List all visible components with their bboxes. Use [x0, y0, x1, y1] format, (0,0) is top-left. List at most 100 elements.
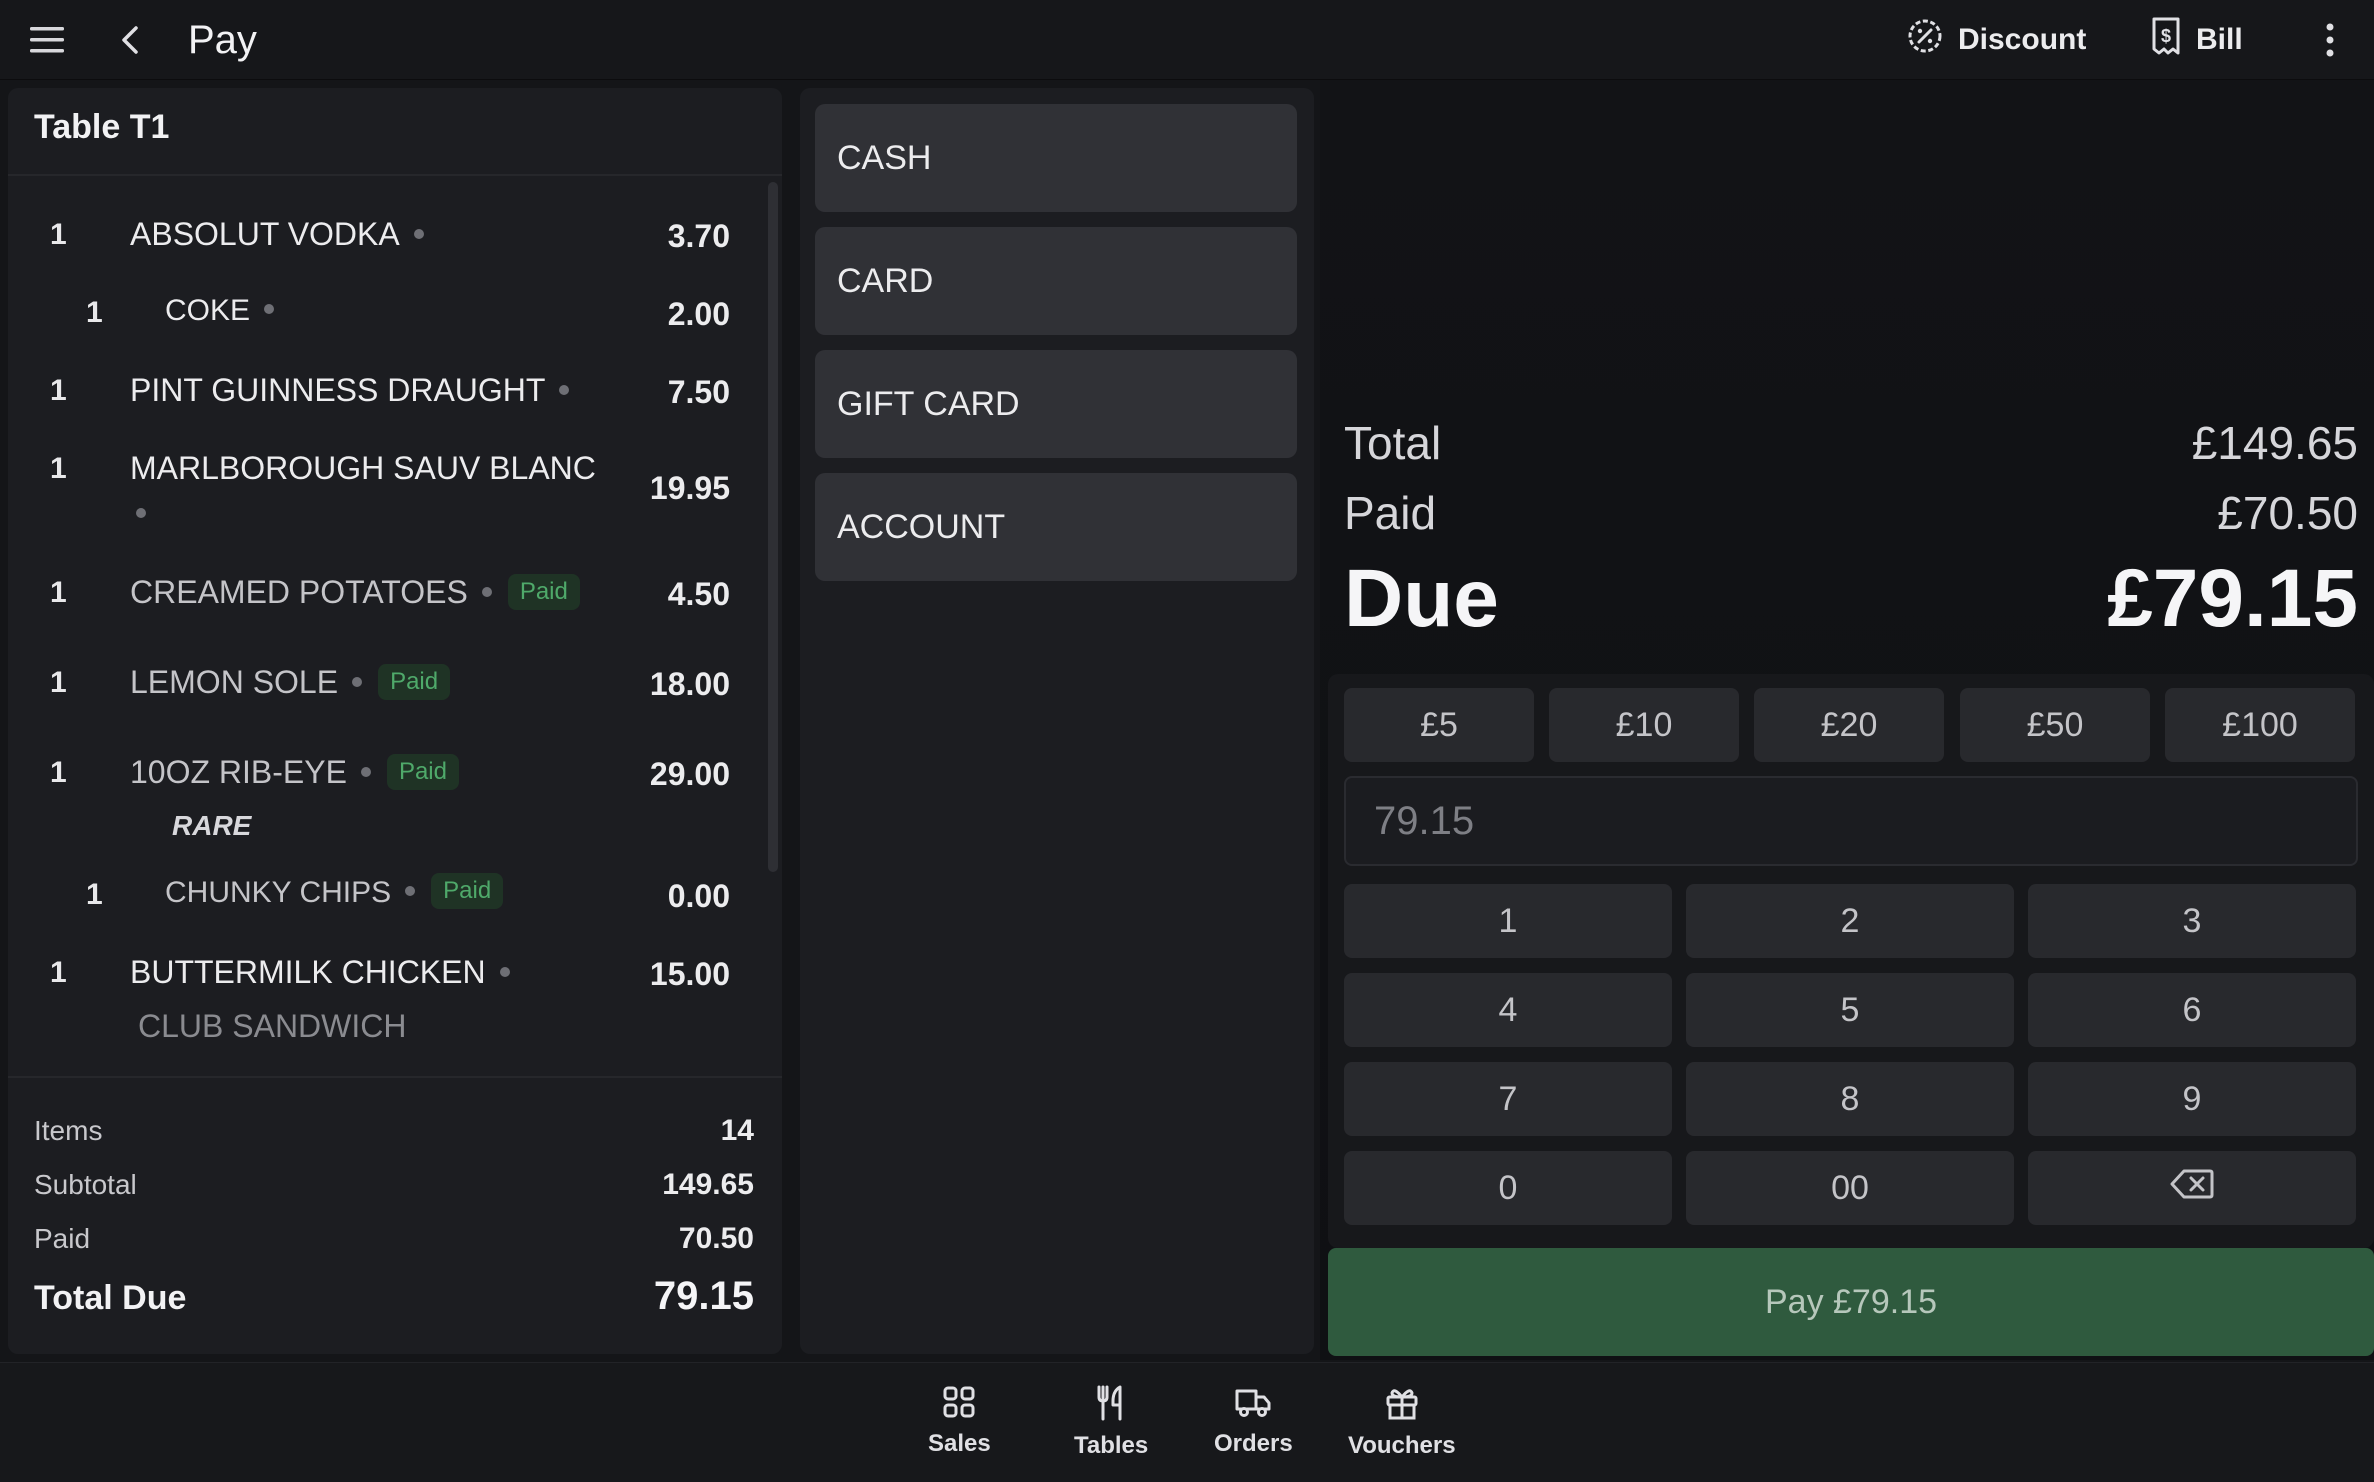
- grid-icon: [942, 1385, 976, 1424]
- bill-button[interactable]: $ Bill: [2150, 14, 2243, 66]
- order-item[interactable]: 1 ABSOLUT VODKA 3.70: [8, 176, 782, 254]
- chevron-left-icon[interactable]: [106, 16, 154, 64]
- item-price: 19.95: [649, 470, 730, 506]
- quick-amount-100[interactable]: £100: [2165, 688, 2355, 762]
- item-qty: 1: [50, 218, 67, 251]
- status-dot: [413, 228, 424, 239]
- status-dot: [559, 384, 570, 395]
- order-item[interactable]: 1 LEMON SOLE Paid 18.00: [8, 624, 782, 714]
- item-price: 18.00: [649, 666, 730, 702]
- key-00[interactable]: 00: [1686, 1151, 2014, 1225]
- quick-amount-50[interactable]: £50: [1960, 688, 2150, 762]
- status-dot: [352, 676, 363, 687]
- quick-amount-5[interactable]: £5: [1344, 688, 1534, 762]
- status-dot: [481, 586, 492, 597]
- summary-label: Subtotal: [34, 1169, 137, 1200]
- key-5[interactable]: 5: [1686, 973, 2014, 1047]
- item-name: COKE: [165, 294, 275, 328]
- item-qty: 1: [50, 666, 67, 699]
- gift-icon: [1384, 1385, 1420, 1426]
- item-name: PINT GUINNESS DRAUGHT: [130, 372, 570, 409]
- summary-value: 79.15: [653, 1274, 754, 1318]
- nav-vouchers[interactable]: Vouchers: [1348, 1385, 1456, 1460]
- item-qty: 1: [50, 452, 67, 485]
- payment-panel: Total £149.65 Paid £70.50 Due £79.15 £5 …: [1320, 80, 2374, 1360]
- item-price: 29.00: [649, 756, 730, 792]
- key-7[interactable]: 7: [1344, 1062, 1672, 1136]
- order-item-modifier[interactable]: 1 CHUNKY CHIPS Paid 0.00: [8, 856, 782, 924]
- item-name: CHUNKY CHIPS Paid: [165, 873, 504, 912]
- item-price: 15.00: [649, 956, 730, 992]
- keypad: £5 £10 £20 £50 £100 1 2 3 4 5 6 7 8 9 0 …: [1328, 674, 2374, 1248]
- totals-total: Total £149.65: [1344, 416, 2358, 470]
- order-item[interactable]: 1 10OZ RIB-EYE Paid 29.00: [8, 714, 782, 796]
- quick-amount-10[interactable]: £10: [1549, 688, 1739, 762]
- order-panel: Table T1 1 ABSOLUT VODKA 3.70 1 COKE 2.0…: [8, 88, 782, 1354]
- summary-label: Paid: [34, 1223, 91, 1254]
- key-4[interactable]: 4: [1344, 973, 1672, 1047]
- nav-tables[interactable]: Tables: [1074, 1385, 1148, 1460]
- due-value: £79.15: [2107, 553, 2358, 644]
- bottom-navigation: Sales Tables Orders Vouchers: [0, 1362, 2374, 1482]
- key-9[interactable]: 9: [2028, 1062, 2356, 1136]
- item-price: 0.00: [667, 878, 730, 914]
- item-qty: 1: [50, 956, 67, 989]
- summary-value: 14: [720, 1114, 754, 1147]
- key-6[interactable]: 6: [2028, 973, 2356, 1047]
- status-dot: [136, 508, 146, 518]
- pay-button[interactable]: Pay £79.15: [1328, 1248, 2374, 1356]
- kebab-icon[interactable]: [2306, 16, 2354, 64]
- discount-button[interactable]: Discount: [1906, 14, 2086, 66]
- paid-badge: Paid: [507, 573, 580, 610]
- key-2[interactable]: 2: [1686, 884, 2014, 958]
- summary-paid: Paid 70.50: [34, 1222, 754, 1256]
- order-item[interactable]: 1 BUTTERMILK CHICKEN 15.00: [8, 924, 782, 1006]
- hamburger-icon[interactable]: [24, 16, 72, 64]
- order-item-list[interactable]: 1 ABSOLUT VODKA 3.70 1 COKE 2.00 1 PINT …: [8, 176, 782, 1164]
- item-name: MARLBOROUGH SAUV BLANC: [130, 450, 596, 486]
- item-name: CREAMED POTATOES Paid: [130, 573, 580, 613]
- backspace-button[interactable]: [2028, 1151, 2356, 1225]
- status-dot: [405, 886, 416, 897]
- key-1[interactable]: 1: [1344, 884, 1672, 958]
- payment-method-cash[interactable]: CASH: [815, 104, 1297, 212]
- item-note: RARE: [8, 796, 782, 856]
- key-0[interactable]: 0: [1344, 1151, 1672, 1225]
- item-price: 2.00: [667, 296, 730, 332]
- app-header: Pay Discount $ Bill: [0, 0, 2374, 80]
- percent-badge-icon: [1906, 17, 1944, 63]
- key-3[interactable]: 3: [2028, 884, 2356, 958]
- order-item[interactable]: 1 PINT GUINNESS DRAUGHT 7.50: [8, 332, 782, 410]
- payment-method-card[interactable]: CARD: [815, 227, 1297, 335]
- amount-input[interactable]: [1344, 776, 2358, 866]
- order-item[interactable]: 1 CREAMED POTATOES Paid 4.50: [8, 534, 782, 624]
- item-note-text: RARE: [172, 810, 252, 841]
- nav-sales[interactable]: Sales: [928, 1385, 991, 1458]
- nav-label: Sales: [928, 1430, 991, 1457]
- svg-text:$: $: [2161, 26, 2171, 46]
- order-item-modifier[interactable]: 1 COKE 2.00: [8, 254, 782, 332]
- summary-value: 149.65: [662, 1168, 754, 1201]
- item-price: 4.50: [667, 576, 730, 612]
- table-title: Table T1: [34, 108, 170, 146]
- nav-label: Vouchers: [1348, 1432, 1456, 1459]
- payment-method-account[interactable]: ACCOUNT: [815, 473, 1297, 581]
- backspace-icon: [2170, 1168, 2214, 1209]
- quick-amount-20[interactable]: £20: [1754, 688, 1944, 762]
- item-qty: 1: [86, 296, 103, 329]
- summary-total-due: Total Due 79.15: [34, 1274, 754, 1319]
- item-qty: 1: [86, 878, 103, 911]
- status-dot: [499, 966, 510, 977]
- discount-label: Discount: [1958, 23, 2087, 56]
- status-dot: [360, 766, 371, 777]
- order-item[interactable]: 1 MARLBOROUGH SAUV BLANC 19.95: [8, 410, 782, 534]
- nav-orders[interactable]: Orders: [1214, 1385, 1293, 1458]
- item-name: BUTTERMILK CHICKEN: [130, 954, 510, 991]
- paid-badge: Paid: [378, 663, 451, 700]
- bill-label: Bill: [2196, 23, 2243, 56]
- key-8[interactable]: 8: [1686, 1062, 2014, 1136]
- scrollbar[interactable]: [768, 182, 778, 872]
- item-qty: 1: [50, 576, 67, 609]
- paid-badge: Paid: [431, 873, 504, 910]
- payment-method-gift-card[interactable]: GIFT CARD: [815, 350, 1297, 458]
